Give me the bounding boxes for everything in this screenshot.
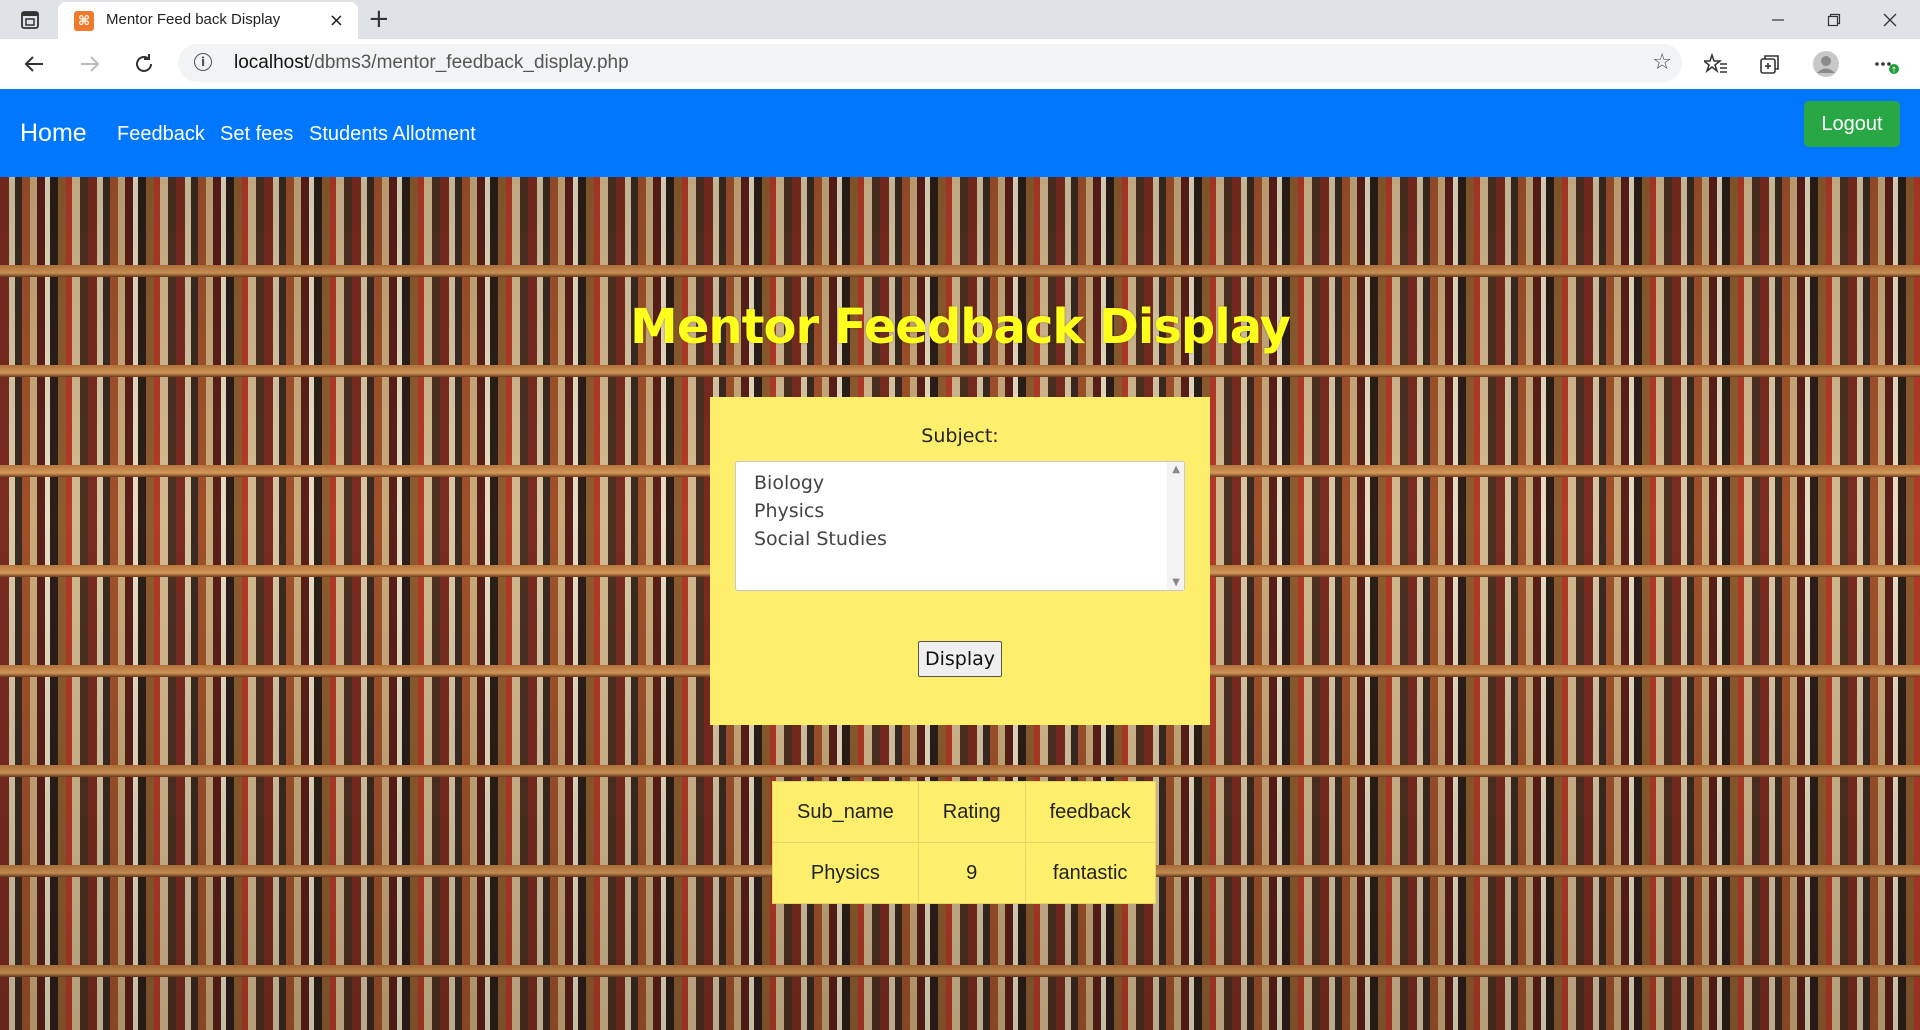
favorites-icon[interactable]	[1700, 49, 1732, 79]
web-page: Home Feedback Set fees Students Allotmen…	[0, 89, 1920, 1030]
subject-listbox[interactable]: Biology Physics Social Studies ▲ ▼	[735, 461, 1185, 591]
svg-text:↑: ↑	[1891, 66, 1898, 75]
display-button[interactable]: Display	[918, 641, 1002, 677]
back-icon[interactable]	[18, 49, 50, 79]
scroll-up-arrow-icon[interactable]: ▲	[1172, 464, 1180, 475]
header-sub-name: Sub_name	[772, 781, 919, 843]
nav-link-set-fees[interactable]: Set fees	[220, 123, 293, 146]
collections-icon[interactable]	[1754, 49, 1786, 79]
profile-icon[interactable]	[1810, 49, 1842, 79]
header-rating: Rating	[917, 781, 1026, 843]
forward-icon[interactable]	[74, 49, 106, 79]
cell-sub-name: Physics	[772, 842, 919, 904]
browser-tab[interactable]: ⌘ Mentor Feed back Display ×	[58, 2, 358, 39]
more-icon[interactable]: ↑	[1870, 49, 1902, 79]
subject-option-social-studies[interactable]: Social Studies	[754, 528, 887, 550]
subject-form: Subject: Biology Physics Social Studies …	[710, 397, 1210, 725]
nav-home-link[interactable]: Home	[20, 119, 87, 148]
cell-rating: 9	[917, 842, 1026, 904]
minimize-icon[interactable]	[1754, 4, 1802, 36]
favorite-star-icon[interactable]: ☆	[1652, 50, 1672, 75]
subject-option-physics[interactable]: Physics	[754, 500, 824, 522]
tab-close-icon[interactable]: ×	[329, 10, 344, 31]
scroll-down-arrow-icon[interactable]: ▼	[1172, 577, 1180, 588]
feedback-table: Sub_name Rating feedback Physics 9 fanta…	[772, 781, 1156, 904]
refresh-icon[interactable]	[128, 49, 160, 79]
table-row: Physics 9 fantastic	[772, 842, 1156, 904]
subject-option-biology[interactable]: Biology	[754, 472, 824, 494]
url-text[interactable]: localhost/dbms3/mentor_feedback_display.…	[234, 52, 629, 74]
listbox-scrollbar[interactable]: ▲ ▼	[1167, 462, 1184, 590]
subject-label: Subject:	[921, 425, 999, 447]
page-title: Mentor Feedback Display	[630, 299, 1291, 355]
new-tab-button[interactable]: +	[368, 4, 390, 34]
tab-title: Mentor Feed back Display	[106, 11, 281, 28]
nav-link-students-allotment[interactable]: Students Allotment	[309, 123, 476, 146]
nav-link-feedback[interactable]: Feedback	[117, 123, 205, 146]
restore-icon[interactable]	[1810, 4, 1858, 36]
tab-actions-icon[interactable]	[18, 8, 42, 32]
logout-button[interactable]: Logout	[1804, 101, 1900, 147]
browser-tabstrip: ⌘ Mentor Feed back Display × +	[0, 0, 1920, 39]
browser-toolbar: i localhost/dbms3/mentor_feedback_displa…	[0, 39, 1920, 90]
close-icon[interactable]	[1866, 4, 1914, 36]
table-header-row: Sub_name Rating feedback	[772, 781, 1156, 843]
address-bar[interactable]: i localhost/dbms3/mentor_feedback_displa…	[178, 44, 1682, 82]
cell-feedback: fantastic	[1024, 842, 1156, 904]
info-icon[interactable]: i	[194, 53, 212, 71]
header-feedback: feedback	[1024, 781, 1156, 843]
navbar: Home Feedback Set fees Students Allotmen…	[0, 89, 1920, 177]
xampp-favicon-icon: ⌘	[74, 11, 94, 31]
